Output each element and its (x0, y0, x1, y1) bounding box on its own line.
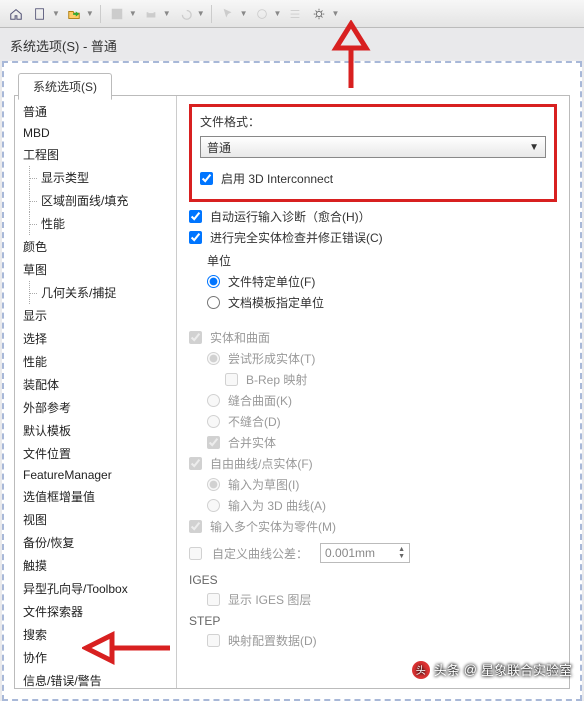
solid-check-checkbox[interactable]: 进行完全实体检查并修正错误(C) (189, 229, 557, 246)
tree-item[interactable]: 信息/错误/警告 (15, 669, 176, 688)
list-icon[interactable] (285, 4, 305, 24)
dropdown-chevron-icon[interactable]: ▼ (86, 9, 94, 18)
tree-item[interactable]: 显示类型 (15, 166, 176, 189)
tree-item[interactable]: 草图 (15, 258, 176, 281)
chevron-down-icon: ▼ (529, 142, 539, 153)
step-group-label: STEP (189, 614, 557, 628)
gear-icon[interactable] (309, 4, 329, 24)
brep-checkbox: B-Rep 映射 (225, 371, 557, 388)
stitch-radio: 缝合曲面(K) (207, 392, 557, 409)
units-label: 单位 (207, 252, 557, 269)
dropdown-chevron-icon[interactable]: ▼ (52, 9, 60, 18)
custom-tolerance-row: 自定义曲线公差： 0.001mm ▲▼ (189, 543, 410, 563)
annotation-arrow-import (82, 630, 172, 666)
tree-item[interactable]: 装配体 (15, 373, 176, 396)
highlight-box: 文件格式： 普通 ▼ 启用 3D Interconnect (189, 104, 557, 202)
annotation-arrow-gear (328, 20, 374, 90)
tab-system-options[interactable]: 系统选项(S) (18, 73, 112, 100)
select-icon[interactable] (218, 4, 238, 24)
enable-3d-interconnect-checkbox[interactable]: 启用 3D Interconnect (200, 170, 546, 187)
try-solid-radio: 尝试形成实体(T) (207, 350, 557, 367)
new-icon[interactable] (30, 4, 50, 24)
custom-tolerance-input: 0.001mm ▲▼ (320, 543, 410, 563)
as-sketch-radio: 输入为草图(I) (207, 476, 557, 493)
watermark-icon: 头 (412, 661, 430, 679)
app-toolbar: ▼ ▼ ▼ ▼ ▼ ▼ ▼ ▼ (0, 0, 584, 28)
dialog-panel: 系统选项(S) 普通MBD工程图显示类型区域剖面线/填充性能颜色草图几何关系/捕… (2, 61, 582, 701)
tree-item[interactable]: 显示 (15, 304, 176, 327)
file-format-label: 文件格式： (200, 113, 546, 130)
multi-body-checkbox: 输入多个实体为零件(M) (189, 518, 557, 535)
open-icon[interactable] (64, 4, 84, 24)
free-curve-checkbox: 自由曲线/点实体(F) (189, 455, 557, 472)
as-3dcurve-radio: 输入为 3D 曲线(A) (207, 497, 557, 514)
dropdown-chevron-icon[interactable]: ▼ (240, 9, 248, 18)
save-icon[interactable] (107, 4, 127, 24)
home-icon[interactable] (6, 4, 26, 24)
tree-item[interactable]: 工程图 (15, 143, 176, 166)
tree-item[interactable]: 性能 (15, 350, 176, 373)
step-map-checkbox: 映射配置数据(D) (207, 632, 557, 649)
dropdown-chevron-icon[interactable]: ▼ (129, 9, 137, 18)
rebuild-icon[interactable] (252, 4, 272, 24)
units-doc-radio[interactable]: 文档模板指定单位 (207, 294, 557, 311)
spinner-icon: ▲▼ (398, 546, 405, 560)
auto-diagnose-checkbox[interactable]: 自动运行输入诊断（愈合(H)） (189, 208, 557, 225)
dropdown-chevron-icon[interactable]: ▼ (163, 9, 171, 18)
tree-item[interactable]: 备份/恢复 (15, 531, 176, 554)
options-content: 文件格式： 普通 ▼ 启用 3D Interconnect 自动运行输入诊断（愈… (177, 96, 569, 688)
file-format-dropdown[interactable]: 普通 ▼ (200, 136, 546, 158)
dropdown-chevron-icon[interactable]: ▼ (331, 9, 339, 18)
tree-item[interactable]: 文件位置 (15, 442, 176, 465)
tree-item[interactable]: 性能 (15, 212, 176, 235)
tree-item[interactable]: MBD (15, 123, 176, 143)
tree-item[interactable]: 默认模板 (15, 419, 176, 442)
dropdown-chevron-icon[interactable]: ▼ (197, 9, 205, 18)
tree-item[interactable]: 文件探索器 (15, 600, 176, 623)
print-icon[interactable] (141, 4, 161, 24)
file-format-value: 普通 (207, 139, 231, 156)
solids-surfaces-checkbox: 实体和曲面 (189, 329, 557, 346)
tree-item[interactable]: 颜色 (15, 235, 176, 258)
undo-icon[interactable] (175, 4, 195, 24)
no-stitch-radio: 不缝合(D) (207, 413, 557, 430)
options-tree: 普通MBD工程图显示类型区域剖面线/填充性能颜色草图几何关系/捕捉显示选择性能装… (15, 96, 177, 688)
watermark: 头 头条 @ 星象联合实验室 (412, 660, 572, 679)
tree-item[interactable]: 区域剖面线/填充 (15, 189, 176, 212)
tree-item[interactable]: 几何关系/捕捉 (15, 281, 176, 304)
tree-item[interactable]: 异型孔向导/Toolbox (15, 577, 176, 600)
tree-item[interactable]: 选值框增量值 (15, 485, 176, 508)
iges-group-label: IGES (189, 573, 557, 587)
units-file-radio[interactable]: 文件特定单位(F) (207, 273, 557, 290)
window-title: 系统选项(S) - 普通 (0, 28, 584, 59)
tree-item[interactable]: 普通 (15, 100, 176, 123)
tree-item[interactable]: 触摸 (15, 554, 176, 577)
merge-checkbox: 合并实体 (207, 434, 557, 451)
tree-item[interactable]: 选择 (15, 327, 176, 350)
tree-item[interactable]: 视图 (15, 508, 176, 531)
dropdown-chevron-icon[interactable]: ▼ (274, 9, 282, 18)
iges-layer-checkbox: 显示 IGES 图层 (207, 591, 557, 608)
tree-item[interactable]: 外部参考 (15, 396, 176, 419)
tree-item[interactable]: FeatureManager (15, 465, 176, 485)
